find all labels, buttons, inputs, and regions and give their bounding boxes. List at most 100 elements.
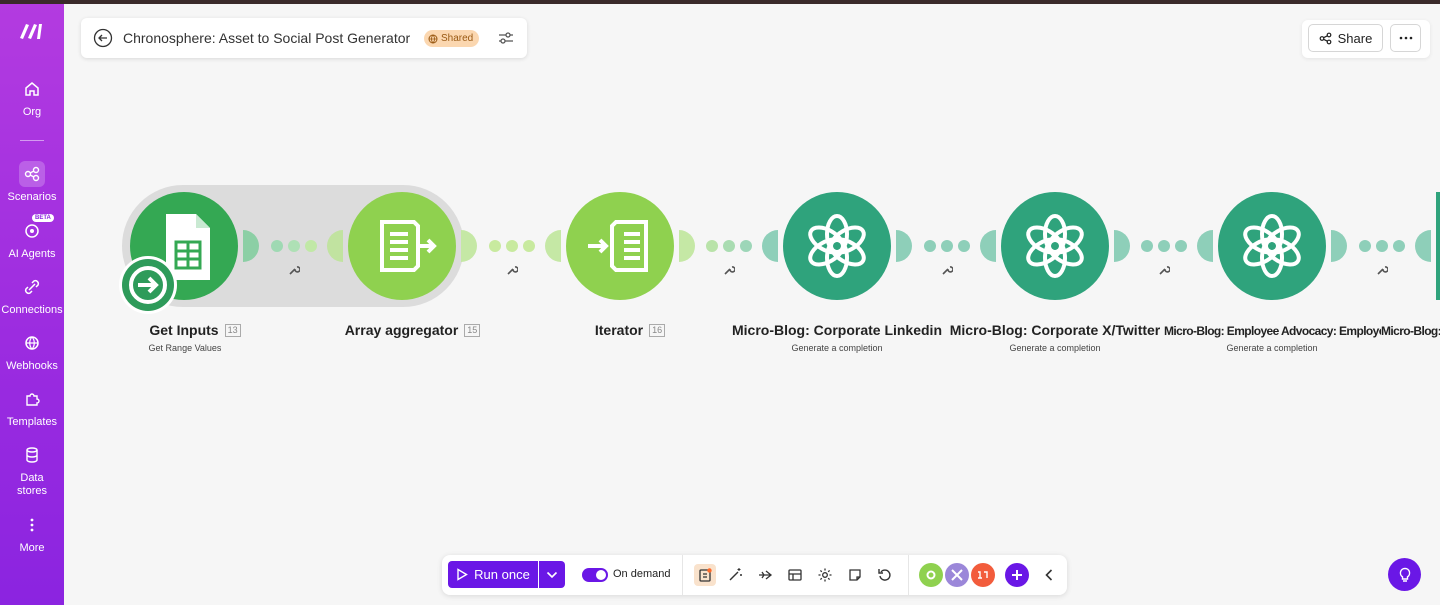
sidebar-item-label: Connections <box>1 304 63 316</box>
connector-2 <box>461 230 561 262</box>
shared-label: Shared <box>441 33 474 44</box>
module-micro-blog-partial[interactable] <box>1436 192 1440 300</box>
sidebar-item-label: Data stores <box>17 472 47 497</box>
scenario-toolbar: Run once On demand <box>442 555 1067 595</box>
module-number: 15 <box>464 324 481 337</box>
module-label: Micro-Blog: Corporate Linkedin <box>728 322 946 338</box>
module-micro-blog-corporate-linkedin[interactable] <box>783 192 891 300</box>
module-number: 13 <box>224 324 241 337</box>
module-iterator[interactable] <box>566 192 674 300</box>
sidebar-item-webhooks[interactable]: Webhooks <box>0 330 64 373</box>
history-button[interactable] <box>874 564 896 586</box>
scenario-title-bar: Chronosphere: Asset to Social Post Gener… <box>81 18 527 58</box>
tools-chip[interactable] <box>945 563 969 587</box>
toolbar-divider <box>908 555 909 595</box>
module-number: 16 <box>649 324 666 337</box>
module-array-aggregator[interactable] <box>348 192 456 300</box>
module-label: Get Inputs 13 <box>130 322 260 338</box>
module-micro-blog-corporate-x-twitter[interactable] <box>1001 192 1109 300</box>
run-once-button[interactable]: Run once <box>448 561 538 588</box>
wrench-icon[interactable] <box>506 264 518 276</box>
wrench-icon[interactable] <box>723 264 735 276</box>
connector-6 <box>1331 230 1431 262</box>
sidebar-item-more[interactable]: More <box>0 512 64 555</box>
wrench-icon[interactable] <box>941 264 953 276</box>
sidebar-item-label: Org <box>22 106 42 118</box>
module-label: Micro-Blog: Employee Advocacy: Employee … <box>1164 324 1381 338</box>
scenario-settings-button[interactable] <box>814 564 836 586</box>
scenario-title[interactable]: Chronosphere: Asset to Social Post Gener… <box>123 30 410 46</box>
module-micro-blog-employee-advocacy[interactable] <box>1218 192 1326 300</box>
openai-icon <box>808 214 866 278</box>
sidebar-item-templates[interactable]: Templates <box>0 386 64 429</box>
airplane-icon <box>759 570 773 580</box>
wrench-icon[interactable] <box>288 264 300 276</box>
run-options-dropdown[interactable] <box>539 561 565 588</box>
module-name: Iterator <box>594 322 644 338</box>
share-button[interactable]: Share <box>1308 24 1383 52</box>
auto-align-button[interactable] <box>724 564 746 586</box>
sliders-icon[interactable] <box>497 30 515 46</box>
make-logo-icon[interactable] <box>18 20 46 42</box>
sidebar-item-org[interactable]: Org <box>0 76 64 119</box>
note-icon <box>849 569 861 581</box>
module-subtitle: Generate a completion <box>1009 343 1101 353</box>
more-options-button[interactable] <box>1390 24 1421 52</box>
share-label: Share <box>1337 30 1373 46</box>
lightbulb-icon <box>1399 567 1410 582</box>
flow-control-chip[interactable] <box>919 563 943 587</box>
module-name: Micro-Blog: En <box>1381 324 1440 338</box>
chevron-down-icon <box>546 571 558 578</box>
module-name: Micro-Blog: Corporate X/Twitter <box>949 322 1161 338</box>
text-parser-icon <box>978 571 988 579</box>
iterator-icon <box>588 220 648 272</box>
more-vertical-icon <box>30 518 34 532</box>
sidebar-item-label: AI Agents <box>8 248 56 260</box>
scenarios-icon <box>19 161 45 187</box>
sidebar-divider <box>20 140 44 141</box>
notes-button[interactable] <box>844 564 866 586</box>
sidebar-item-connections[interactable]: Connections <box>0 274 64 317</box>
module-name: Micro-Blog: Corporate Linkedin <box>732 322 942 338</box>
tools-icon <box>951 569 963 581</box>
puzzle-icon <box>26 393 40 406</box>
sidebar: Org Scenarios BETA AI Agents Connections… <box>0 4 64 605</box>
wrench-icon[interactable] <box>1158 264 1170 276</box>
sidebar-item-label: Scenarios <box>7 191 57 203</box>
sidebar-item-label: Templates <box>6 416 58 428</box>
explain-flow-button[interactable] <box>754 564 776 586</box>
add-module-button[interactable] <box>1005 563 1029 587</box>
scenario-io-button[interactable] <box>784 564 806 586</box>
connector-3 <box>679 230 778 262</box>
header-actions: Share <box>1302 20 1430 58</box>
module-name: Micro-Blog: Employee Advocacy: Employee … <box>1164 324 1381 338</box>
help-button[interactable] <box>1388 558 1421 591</box>
run-trigger-icon <box>122 259 174 311</box>
module-label: Micro-Blog: Corporate X/Twitter <box>946 322 1164 338</box>
toolbar-divider <box>682 555 683 595</box>
play-icon <box>457 568 469 581</box>
incomplete-executions-button[interactable] <box>694 564 716 586</box>
plus-icon <box>1012 570 1022 580</box>
share-icon <box>1319 32 1332 44</box>
window-top-border <box>0 0 1440 4</box>
collapse-toolbar-button[interactable] <box>1038 564 1060 586</box>
schedule-label[interactable]: On demand <box>613 568 670 580</box>
sidebar-item-label: More <box>19 542 45 554</box>
back-arrow-icon[interactable] <box>93 28 113 48</box>
sidebar-item-scenarios[interactable]: Scenarios <box>0 161 64 204</box>
module-label: Micro-Blog: En <box>1381 324 1440 338</box>
text-parser-chip[interactable] <box>971 563 995 587</box>
magic-wand-icon <box>729 568 742 581</box>
sidebar-item-ai-agents[interactable]: BETA AI Agents <box>0 214 64 261</box>
link-icon <box>24 279 40 295</box>
schedule-toggle[interactable] <box>582 568 608 582</box>
database-icon <box>26 447 38 463</box>
wrench-icon[interactable] <box>1376 264 1388 276</box>
module-subtitle: Generate a completion <box>791 343 883 353</box>
home-icon <box>25 82 39 96</box>
module-subtitle: Get Range Values <box>148 343 222 353</box>
table-icon <box>788 569 802 581</box>
trigger-badge[interactable] <box>119 256 177 314</box>
sidebar-item-data-stores[interactable]: Data stores <box>0 442 64 498</box>
